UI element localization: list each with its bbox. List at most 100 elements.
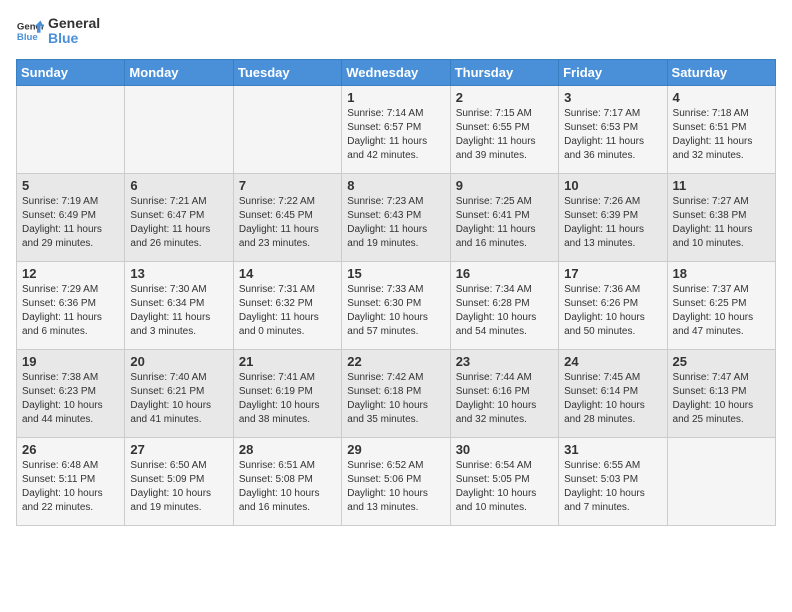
calendar-table: SundayMondayTuesdayWednesdayThursdayFrid… <box>16 59 776 526</box>
day-number: 11 <box>673 178 770 193</box>
cell-content: Sunrise: 7:36 AM Sunset: 6:26 PM Dayligh… <box>564 283 661 339</box>
calendar-body: 1Sunrise: 7:14 AM Sunset: 6:57 PM Daylig… <box>17 85 776 525</box>
calendar-cell: 13 Sunrise: 7:30 AM Sunset: 6:34 PM Dayli… <box>125 261 233 349</box>
calendar-cell: 6Sunrise: 7:21 AM Sunset: 6:47 PM Daylig… <box>125 173 233 261</box>
cell-content: Sunrise: 7:29 AM Sunset: 6:36 PM Dayligh… <box>22 283 119 339</box>
cell-content: Sunrise: 7:40 AM Sunset: 6:21 PM Dayligh… <box>130 371 227 427</box>
cell-content: Sunrise: 7:30 AM Sunset: 6:34 PM Dayligh… <box>130 283 227 339</box>
calendar-cell: 15 Sunrise: 7:33 AM Sunset: 6:30 PM Dayli… <box>342 261 450 349</box>
cell-content: Sunrise: 7:41 AM Sunset: 6:19 PM Dayligh… <box>239 371 336 427</box>
cell-content: Sunrise: 7:47 AM Sunset: 6:13 PM Dayligh… <box>673 371 770 427</box>
day-number: 26 <box>22 442 119 457</box>
day-number: 20 <box>130 354 227 369</box>
calendar-cell <box>125 85 233 173</box>
day-number: 19 <box>22 354 119 369</box>
calendar-cell: 5 Sunrise: 7:19 AM Sunset: 6:49 PM Daylig… <box>17 173 125 261</box>
cell-content: Sunrise: 7:19 AM Sunset: 6:49 PM Dayligh… <box>22 195 119 251</box>
cell-content: Sunrise: 7:34 AM Sunset: 6:28 PM Dayligh… <box>456 283 553 339</box>
calendar-cell: 29 Sunrise: 6:52 AM Sunset: 5:06 PM Dayli… <box>342 437 450 525</box>
day-number: 12 <box>22 266 119 281</box>
calendar-cell: 11Sunrise: 7:27 AM Sunset: 6:38 PM Dayli… <box>667 173 775 261</box>
calendar-cell <box>667 437 775 525</box>
day-number: 29 <box>347 442 444 457</box>
calendar-cell: 7Sunrise: 7:22 AM Sunset: 6:45 PM Daylig… <box>233 173 341 261</box>
cell-content: Sunrise: 6:55 AM Sunset: 5:03 PM Dayligh… <box>564 459 661 515</box>
day-number: 17 <box>564 266 661 281</box>
calendar-cell: 16 Sunrise: 7:34 AM Sunset: 6:28 PM Dayli… <box>450 261 558 349</box>
week-row-4: 26 Sunrise: 6:48 AM Sunset: 5:11 PM Dayli… <box>17 437 776 525</box>
cell-content: Sunrise: 7:22 AM Sunset: 6:45 PM Dayligh… <box>239 195 336 251</box>
cell-content: Sunrise: 6:51 AM Sunset: 5:08 PM Dayligh… <box>239 459 336 515</box>
cell-content: Sunrise: 6:54 AM Sunset: 5:05 PM Dayligh… <box>456 459 553 515</box>
calendar-cell: 25 Sunrise: 7:47 AM Sunset: 6:13 PM Dayli… <box>667 349 775 437</box>
calendar-cell: 1Sunrise: 7:14 AM Sunset: 6:57 PM Daylig… <box>342 85 450 173</box>
calendar-cell: 21Sunrise: 7:41 AM Sunset: 6:19 PM Dayli… <box>233 349 341 437</box>
logo: General Blue General Blue <box>16 16 100 47</box>
cell-content: Sunrise: 7:33 AM Sunset: 6:30 PM Dayligh… <box>347 283 444 339</box>
day-number: 25 <box>673 354 770 369</box>
logo-general: General <box>48 16 100 31</box>
day-header-thursday: Thursday <box>450 59 558 85</box>
cell-content: Sunrise: 7:44 AM Sunset: 6:16 PM Dayligh… <box>456 371 553 427</box>
week-row-3: 19Sunrise: 7:38 AM Sunset: 6:23 PM Dayli… <box>17 349 776 437</box>
day-number: 13 <box>130 266 227 281</box>
day-number: 8 <box>347 178 444 193</box>
calendar-cell: 4Sunrise: 7:18 AM Sunset: 6:51 PM Daylig… <box>667 85 775 173</box>
cell-content: Sunrise: 7:17 AM Sunset: 6:53 PM Dayligh… <box>564 107 661 163</box>
calendar-cell: 18 Sunrise: 7:37 AM Sunset: 6:25 PM Dayli… <box>667 261 775 349</box>
calendar-cell: 2 Sunrise: 7:15 AM Sunset: 6:55 PM Daylig… <box>450 85 558 173</box>
calendar-cell: 3Sunrise: 7:17 AM Sunset: 6:53 PM Daylig… <box>559 85 667 173</box>
day-number: 6 <box>130 178 227 193</box>
cell-content: Sunrise: 7:26 AM Sunset: 6:39 PM Dayligh… <box>564 195 661 251</box>
cell-content: Sunrise: 7:31 AM Sunset: 6:32 PM Dayligh… <box>239 283 336 339</box>
day-number: 9 <box>456 178 553 193</box>
day-header-wednesday: Wednesday <box>342 59 450 85</box>
day-header-friday: Friday <box>559 59 667 85</box>
day-number: 22 <box>347 354 444 369</box>
cell-content: Sunrise: 7:45 AM Sunset: 6:14 PM Dayligh… <box>564 371 661 427</box>
calendar-header: SundayMondayTuesdayWednesdayThursdayFrid… <box>17 59 776 85</box>
day-number: 2 <box>456 90 553 105</box>
page-header: General Blue General Blue <box>16 16 776 47</box>
cell-content: Sunrise: 7:37 AM Sunset: 6:25 PM Dayligh… <box>673 283 770 339</box>
cell-content: Sunrise: 7:25 AM Sunset: 6:41 PM Dayligh… <box>456 195 553 251</box>
day-header-sunday: Sunday <box>17 59 125 85</box>
calendar-cell <box>233 85 341 173</box>
day-number: 31 <box>564 442 661 457</box>
calendar-cell: 17 Sunrise: 7:36 AM Sunset: 6:26 PM Dayli… <box>559 261 667 349</box>
calendar-cell: 20 Sunrise: 7:40 AM Sunset: 6:21 PM Dayli… <box>125 349 233 437</box>
calendar-cell: 27 Sunrise: 6:50 AM Sunset: 5:09 PM Dayli… <box>125 437 233 525</box>
day-header-saturday: Saturday <box>667 59 775 85</box>
day-number: 27 <box>130 442 227 457</box>
calendar-cell: 12 Sunrise: 7:29 AM Sunset: 6:36 PM Dayli… <box>17 261 125 349</box>
calendar-cell: 19Sunrise: 7:38 AM Sunset: 6:23 PM Dayli… <box>17 349 125 437</box>
calendar-cell: 9 Sunrise: 7:25 AM Sunset: 6:41 PM Daylig… <box>450 173 558 261</box>
calendar-cell: 26 Sunrise: 6:48 AM Sunset: 5:11 PM Dayli… <box>17 437 125 525</box>
week-row-2: 12 Sunrise: 7:29 AM Sunset: 6:36 PM Dayli… <box>17 261 776 349</box>
day-number: 18 <box>673 266 770 281</box>
cell-content: Sunrise: 7:23 AM Sunset: 6:43 PM Dayligh… <box>347 195 444 251</box>
calendar-cell <box>17 85 125 173</box>
day-number: 5 <box>22 178 119 193</box>
calendar-cell: 30Sunrise: 6:54 AM Sunset: 5:05 PM Dayli… <box>450 437 558 525</box>
day-number: 23 <box>456 354 553 369</box>
week-row-0: 1Sunrise: 7:14 AM Sunset: 6:57 PM Daylig… <box>17 85 776 173</box>
cell-content: Sunrise: 6:50 AM Sunset: 5:09 PM Dayligh… <box>130 459 227 515</box>
logo-icon: General Blue <box>16 17 44 45</box>
calendar-cell: 31 Sunrise: 6:55 AM Sunset: 5:03 PM Dayli… <box>559 437 667 525</box>
calendar-cell: 23 Sunrise: 7:44 AM Sunset: 6:16 PM Dayli… <box>450 349 558 437</box>
svg-text:Blue: Blue <box>17 32 38 43</box>
cell-content: Sunrise: 6:52 AM Sunset: 5:06 PM Dayligh… <box>347 459 444 515</box>
day-number: 15 <box>347 266 444 281</box>
calendar-cell: 24 Sunrise: 7:45 AM Sunset: 6:14 PM Dayli… <box>559 349 667 437</box>
day-header-monday: Monday <box>125 59 233 85</box>
day-number: 16 <box>456 266 553 281</box>
logo-blue: Blue <box>48 31 100 46</box>
calendar-cell: 22Sunrise: 7:42 AM Sunset: 6:18 PM Dayli… <box>342 349 450 437</box>
cell-content: Sunrise: 7:18 AM Sunset: 6:51 PM Dayligh… <box>673 107 770 163</box>
day-number: 24 <box>564 354 661 369</box>
cell-content: Sunrise: 7:15 AM Sunset: 6:55 PM Dayligh… <box>456 107 553 163</box>
cell-content: Sunrise: 6:48 AM Sunset: 5:11 PM Dayligh… <box>22 459 119 515</box>
header-row: SundayMondayTuesdayWednesdayThursdayFrid… <box>17 59 776 85</box>
day-number: 1 <box>347 90 444 105</box>
